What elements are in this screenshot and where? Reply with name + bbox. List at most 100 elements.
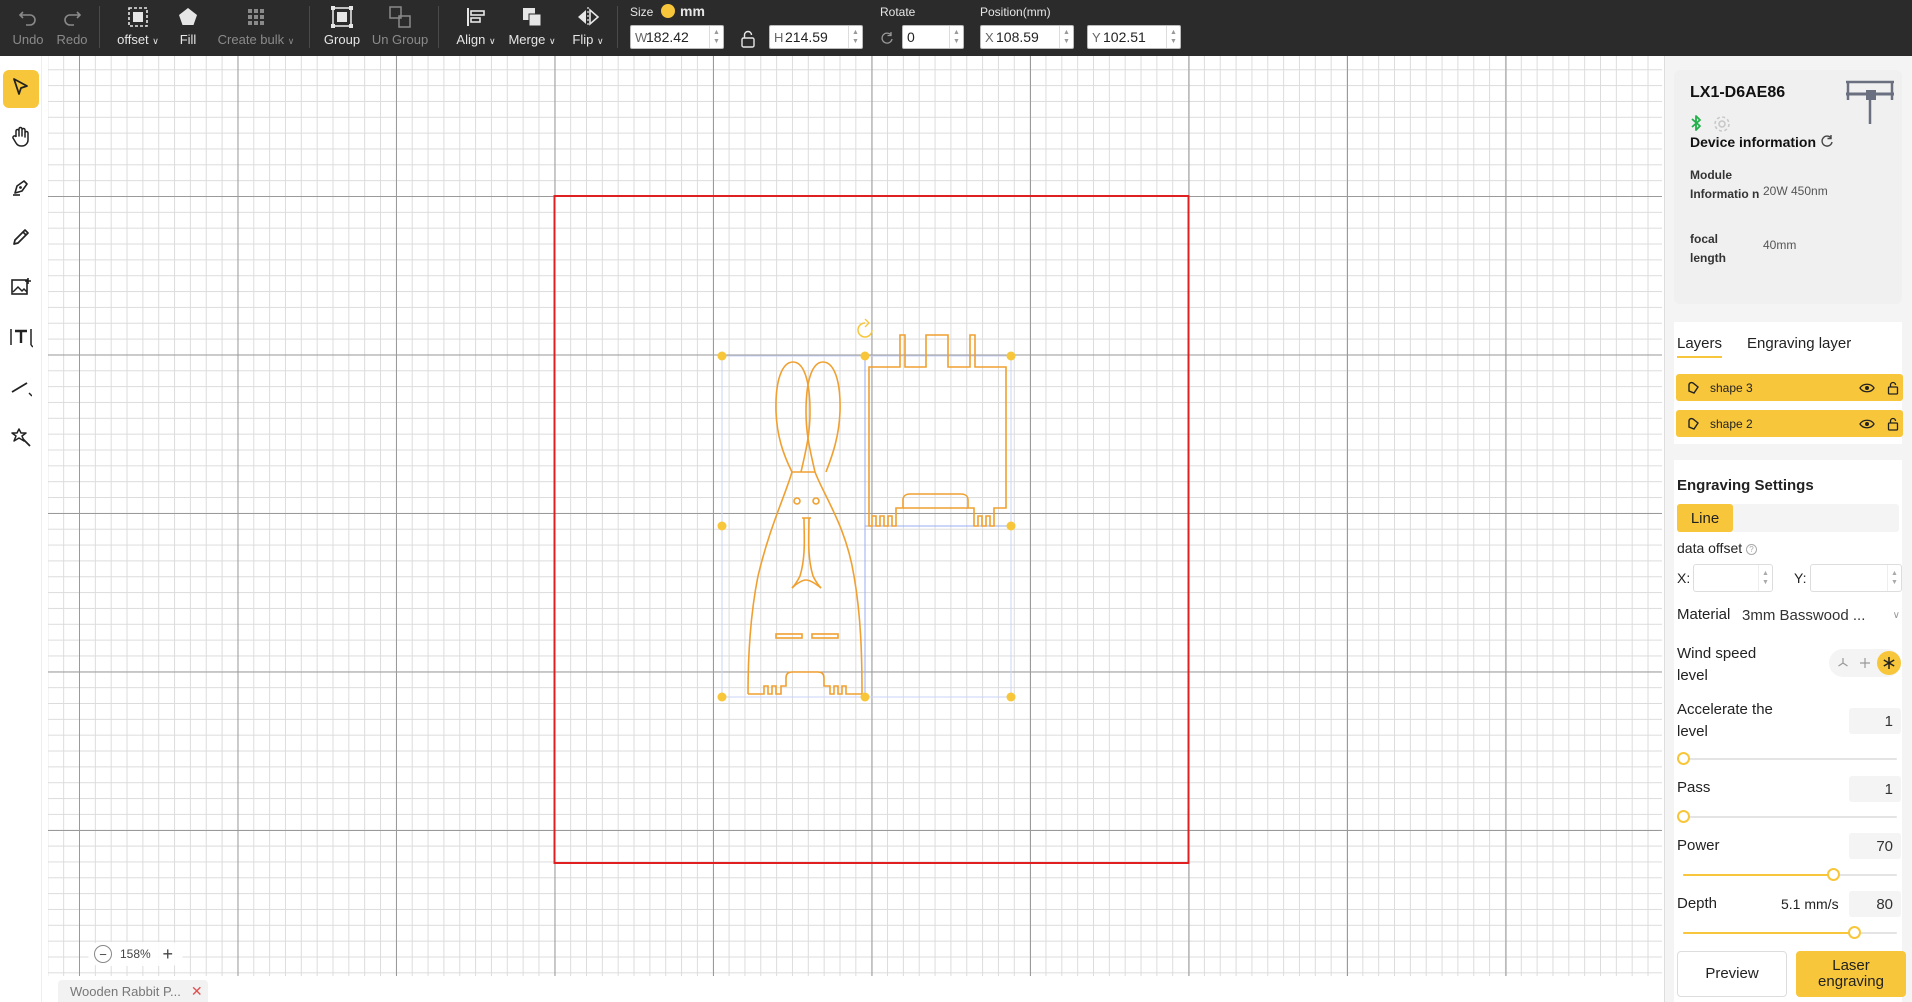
magic-tool[interactable] bbox=[3, 420, 39, 458]
line-tool[interactable] bbox=[3, 370, 39, 408]
magic-icon bbox=[10, 426, 32, 453]
eye-icon[interactable] bbox=[1857, 418, 1877, 430]
refresh-icon[interactable] bbox=[1820, 134, 1834, 150]
hand-icon bbox=[11, 126, 31, 153]
shape-icon bbox=[1684, 381, 1704, 395]
laser-device-icon bbox=[1842, 76, 1898, 133]
zoom-level: 158% bbox=[120, 947, 151, 961]
chevron-down-icon: ∨ bbox=[152, 36, 159, 46]
rotate-input[interactable]: 0 ▲ ▼ bbox=[902, 25, 964, 49]
accelerate-slider[interactable] bbox=[1677, 752, 1897, 766]
toolbar-divider bbox=[99, 6, 100, 48]
accelerate-input[interactable]: 1 bbox=[1849, 708, 1901, 734]
laser-engraving-button[interactable]: Laser engraving bbox=[1796, 951, 1906, 997]
rotate-icon bbox=[880, 31, 894, 50]
fill-button[interactable]: Fill bbox=[160, 4, 216, 52]
stepper-icon[interactable]: ▲ ▼ bbox=[1059, 26, 1073, 48]
text-icon bbox=[9, 326, 34, 353]
focal-label: focal length bbox=[1690, 232, 1726, 265]
select-tool[interactable] bbox=[3, 70, 39, 108]
fan-medium-icon[interactable] bbox=[1855, 653, 1875, 673]
tab-engraving-layer[interactable]: Engraving layer bbox=[1747, 335, 1851, 352]
material-label: Material bbox=[1677, 606, 1731, 623]
lock-icon[interactable] bbox=[1883, 381, 1903, 395]
stepper-icon[interactable]: ▲ ▼ bbox=[1166, 26, 1180, 48]
lock-icon[interactable] bbox=[1883, 417, 1903, 431]
selection-box bbox=[864, 355, 1012, 527]
redo-icon bbox=[61, 4, 83, 30]
device-info-title: Device information bbox=[1690, 134, 1817, 150]
height-input[interactable]: H 214.59 ▲ ▼ bbox=[769, 25, 863, 49]
stand-shape[interactable] bbox=[868, 334, 1007, 527]
zoom-out-button[interactable]: − bbox=[94, 945, 112, 963]
chevron-down-icon: ∨ bbox=[1892, 609, 1900, 621]
stepper-icon[interactable]: ▲ ▼ bbox=[848, 26, 862, 48]
preview-button[interactable]: Preview bbox=[1677, 951, 1787, 997]
text-tool[interactable] bbox=[3, 320, 39, 358]
pen-tool[interactable] bbox=[3, 170, 39, 208]
flip-button[interactable]: Flip ∨ bbox=[560, 4, 616, 52]
pass-input[interactable]: 1 bbox=[1849, 776, 1901, 802]
position-x-input[interactable]: X 108.59 ▲ ▼ bbox=[980, 25, 1074, 49]
stepper-icon[interactable]: ▲ ▼ bbox=[949, 26, 963, 48]
rabbit-shape[interactable] bbox=[747, 361, 863, 695]
lock-ratio-icon[interactable] bbox=[740, 30, 756, 53]
offset-x-input[interactable]: ▲ ▼ bbox=[1693, 564, 1773, 592]
slider-knob[interactable] bbox=[1677, 810, 1690, 823]
offset-y-input[interactable]: ▲ ▼ bbox=[1810, 564, 1902, 592]
eye-icon[interactable] bbox=[1857, 382, 1877, 394]
stepper-icon[interactable]: ▲ ▼ bbox=[1887, 565, 1901, 591]
unit-toggle-icon[interactable] bbox=[661, 4, 675, 18]
power-input[interactable]: 70 bbox=[1849, 833, 1901, 859]
merge-button[interactable]: Merge ∨ bbox=[504, 4, 560, 52]
mode-line-button[interactable]: Line bbox=[1677, 504, 1733, 532]
undo-icon bbox=[17, 4, 39, 30]
toolbar-divider bbox=[438, 6, 439, 48]
slider-knob[interactable] bbox=[1677, 752, 1690, 765]
chevron-down-icon: ∨ bbox=[548, 36, 556, 46]
file-tab[interactable]: Wooden Rabbit P... ✕ bbox=[58, 980, 208, 1002]
canvas-drawing bbox=[553, 195, 1190, 864]
stepper-icon[interactable]: ▲ ▼ bbox=[709, 26, 723, 48]
slider-knob[interactable] bbox=[1826, 868, 1840, 881]
device-name: LX1-D6AE86 bbox=[1690, 84, 1786, 101]
slider-knob[interactable] bbox=[1848, 926, 1862, 939]
unit-label: mm bbox=[680, 3, 705, 19]
rotate-handle-icon[interactable] bbox=[857, 318, 873, 338]
tab-layers[interactable]: Layers bbox=[1677, 335, 1723, 358]
fan-high-icon[interactable] bbox=[1877, 651, 1901, 675]
device-card: LX1-D6AE86 Device information Module Inf… bbox=[1674, 70, 1902, 304]
close-icon[interactable]: ✕ bbox=[191, 983, 203, 1000]
material-select[interactable]: 3mm Basswood ... ∨ bbox=[1742, 603, 1900, 627]
image-tool[interactable] bbox=[3, 270, 39, 308]
design-canvas[interactable] bbox=[48, 56, 1662, 976]
toolbar-divider bbox=[309, 6, 310, 48]
hand-tool[interactable] bbox=[3, 120, 39, 158]
file-tab-label: Wooden Rabbit P... bbox=[70, 983, 181, 999]
create-bulk-button[interactable]: Create bulk ∨ bbox=[218, 4, 294, 52]
layer-row[interactable]: shape 2 bbox=[1676, 410, 1903, 437]
fan-low-icon[interactable] bbox=[1833, 653, 1853, 673]
width-input[interactable]: W 182.42 ▲ ▼ bbox=[630, 25, 724, 49]
help-icon[interactable]: ? bbox=[1746, 544, 1758, 555]
offset-button[interactable]: offset ∨ bbox=[110, 4, 166, 52]
zoom-in-button[interactable]: + bbox=[159, 945, 177, 963]
redo-button[interactable]: Redo bbox=[44, 4, 100, 52]
engraving-settings-title: Engraving Settings bbox=[1677, 477, 1814, 494]
group-icon bbox=[330, 4, 354, 30]
depth-slider[interactable] bbox=[1683, 926, 1897, 940]
pass-slider[interactable] bbox=[1677, 810, 1897, 824]
depth-input[interactable]: 80 bbox=[1849, 891, 1901, 917]
align-button[interactable]: Align ∨ bbox=[448, 4, 504, 52]
slider-track bbox=[1683, 816, 1897, 818]
pencil-tool[interactable] bbox=[3, 220, 39, 258]
module-label: Module Informatio n bbox=[1690, 168, 1760, 201]
group-button[interactable]: Group bbox=[314, 4, 370, 52]
toolbar-divider bbox=[617, 6, 618, 48]
layer-row[interactable]: shape 3 bbox=[1676, 374, 1903, 401]
layer-name: shape 3 bbox=[1710, 380, 1753, 395]
ungroup-button[interactable]: Un Group bbox=[370, 4, 430, 52]
position-y-input[interactable]: Y 102.51 ▲ ▼ bbox=[1087, 25, 1181, 49]
power-slider[interactable] bbox=[1683, 868, 1897, 882]
stepper-icon[interactable]: ▲ ▼ bbox=[1758, 565, 1772, 591]
